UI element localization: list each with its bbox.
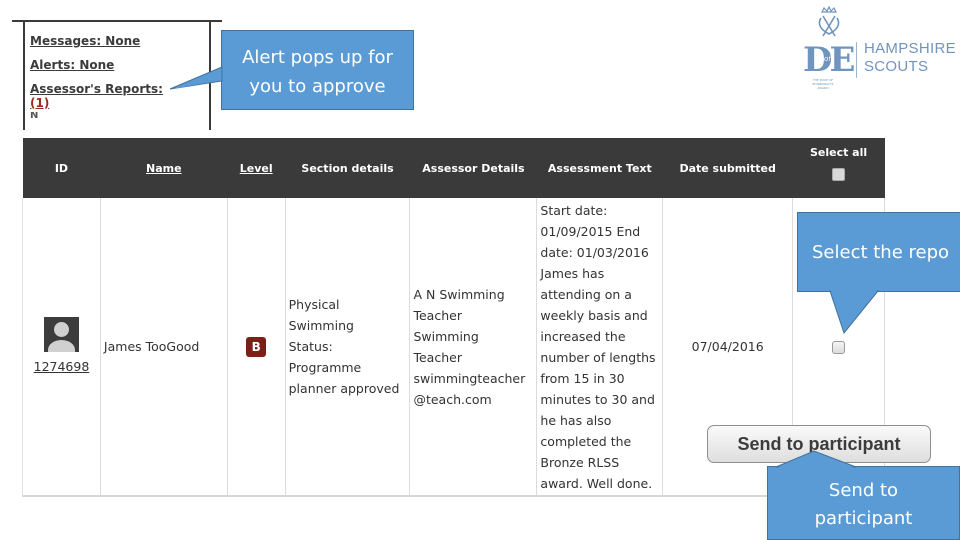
callout-send-line2: participant [814, 508, 913, 529]
select-all-checkbox[interactable] [832, 168, 846, 181]
callout-alert-line1: Alert pops up for [242, 47, 393, 68]
dofe-mark-of: of [824, 55, 831, 63]
cell-section-details: Physical Swimming Status: Programme plan… [284, 198, 411, 497]
sort-by-name-link[interactable]: Name [146, 162, 182, 175]
select-all-label: Select all [809, 146, 868, 159]
truncated-link: N [30, 112, 39, 118]
brand-name: HAMPSHIRE SCOUTS [864, 40, 956, 76]
callout-alert: Alert pops up for you to approve [169, 30, 414, 110]
header-id: ID [54, 161, 69, 175]
sort-by-level-link[interactable]: Level [240, 162, 273, 175]
callout-send-pointer [775, 450, 857, 468]
callout-alert-line2: you to approve [249, 76, 386, 97]
assessor-line: @teach.com [413, 391, 492, 407]
assessor-reports-link[interactable]: Assessor's Reports: [30, 82, 163, 96]
alerts-link[interactable]: Alerts: None [30, 58, 163, 72]
section-line: Swimming [288, 318, 354, 333]
callout-send-line1: Send to [828, 480, 899, 501]
cell-assessor-details: A N Swimming Teacher Swimming Teacher sw… [409, 198, 538, 497]
avatar [43, 316, 79, 352]
section-line: planner approved [288, 381, 400, 396]
level-badge: B [246, 337, 267, 357]
row-select-checkbox[interactable] [832, 341, 846, 354]
callout-select-text: Select the repo [812, 242, 950, 263]
assessor-line: swimmingteacher [413, 370, 526, 386]
avatar-body [47, 339, 75, 352]
section-line: Physical [288, 297, 340, 312]
header-assessment-text: Assessment Text [547, 161, 652, 175]
assessor-reports-count[interactable]: (1) [30, 96, 163, 110]
callout-select-pointer [829, 290, 880, 335]
alerts-links: Messages: None Alerts: None Assessor's R… [30, 34, 163, 118]
cell-name: James TooGood [99, 198, 228, 497]
cell-level: B [226, 198, 286, 497]
header-level: Level [227, 138, 285, 198]
cell-assessment-text: Start date: 01/09/2015 End date: 01/03/2… [536, 198, 664, 497]
header-section-details: Section details [301, 161, 394, 175]
dofe-tagline: THE DUKE OF EDINBURGH'S AWARD [812, 78, 834, 90]
section-line: Programme [288, 360, 362, 375]
messages-link[interactable]: Messages: None [30, 34, 163, 48]
assessor-line: Teacher [413, 307, 462, 323]
participant-id-link[interactable]: 1274698 [34, 359, 90, 374]
callout-send-to-participant: Send to participant [767, 450, 960, 540]
logo-divider [856, 42, 857, 78]
callout-alert-pointer [169, 66, 223, 90]
assessor-line: Teacher [413, 349, 462, 365]
header-assessor-details: Assessor Details [422, 161, 525, 175]
dofe-hampshire-scouts-logo: DE of THE DUKE OF EDINBURGH'S AWARD HAMP… [800, 4, 960, 94]
section-line: Status: [288, 339, 333, 354]
header-name: Name [100, 138, 227, 198]
crest-icon [818, 6, 840, 37]
callout-select-report: Select the repo [797, 212, 960, 335]
assessor-line: Swimming [413, 328, 479, 344]
cell-id: 1274698 [22, 198, 101, 497]
panel-border-left [23, 22, 25, 130]
brand-line2: SCOUTS [864, 58, 929, 75]
avatar-head [53, 321, 69, 337]
brand-line1: HAMPSHIRE [864, 40, 956, 57]
table-header-row: ID Name Level Section details Assessor D… [22, 138, 885, 198]
header-select-all: Select all [793, 138, 885, 198]
header-date-submitted: Date submitted [679, 161, 776, 175]
assessor-line: A N Swimming [413, 286, 505, 302]
